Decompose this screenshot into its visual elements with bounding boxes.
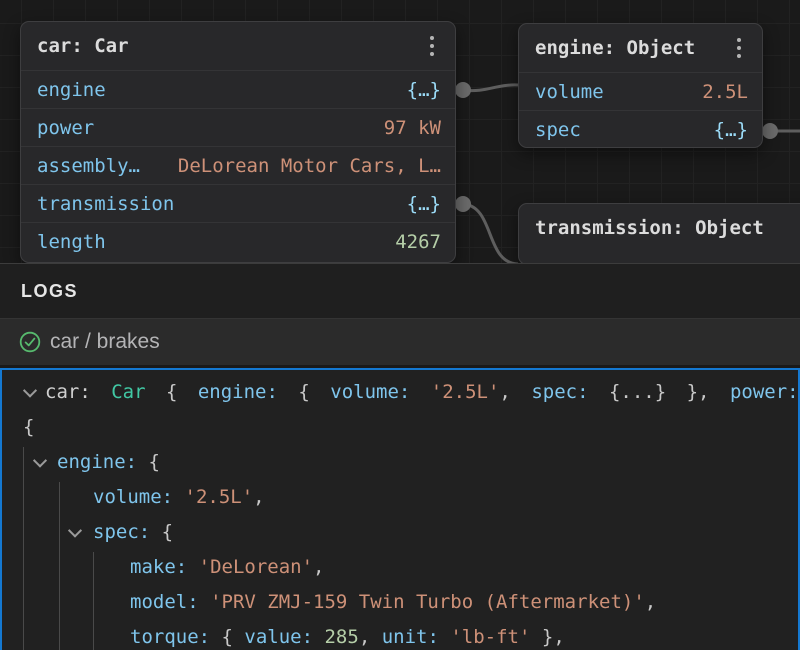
- token-str: 'PRV ZMJ-159 Twin Turbo (Aftermarket)': [210, 591, 645, 613]
- output-port-engine[interactable]: [455, 82, 471, 98]
- node-card-header[interactable]: car: Car: [21, 22, 455, 70]
- node-title: transmission: Object: [535, 217, 800, 239]
- token-punct: {: [23, 416, 34, 438]
- row-value: {…}: [407, 79, 441, 101]
- row-value: {…}: [714, 119, 748, 141]
- token-key: engine:: [198, 381, 299, 403]
- row-key: assembly…: [37, 155, 140, 177]
- token-key: engine:: [57, 451, 149, 473]
- token-key: model:: [130, 591, 210, 613]
- token-punct: ,: [359, 626, 382, 648]
- logs-title: LOGS: [21, 281, 78, 302]
- log-line[interactable]: engine: {: [2, 445, 798, 480]
- token-punct: {: [162, 521, 173, 543]
- node-title: car: Car: [37, 35, 427, 57]
- node-card-engine[interactable]: engine: Object volume 2.5L spec {…}: [518, 23, 763, 148]
- node-row-spec[interactable]: spec {…}: [519, 110, 762, 148]
- edge-car-transmission: [463, 204, 518, 263]
- row-key: transmission: [37, 193, 174, 215]
- row-key: power: [37, 117, 94, 139]
- row-value: 97 kW: [384, 117, 441, 139]
- token-punct: ,: [698, 381, 730, 403]
- edge-car-engine: [463, 85, 518, 91]
- token-punct: ,: [253, 486, 264, 508]
- log-line[interactable]: {: [2, 410, 798, 445]
- row-value: 2.5L: [702, 81, 748, 103]
- node-row-assembly[interactable]: assembly… DeLorean Motor Cars, L…: [21, 146, 455, 184]
- row-value: DeLorean Motor Cars, L…: [178, 155, 441, 177]
- node-row-length[interactable]: length 4267: [21, 222, 455, 260]
- token-punct: {...}: [609, 381, 687, 403]
- token-key: spec:: [531, 381, 609, 403]
- node-card-transmission[interactable]: transmission: Object: [518, 203, 800, 263]
- row-key: spec: [535, 119, 581, 141]
- token-key: volume:: [330, 381, 431, 403]
- token-key: torque:: [130, 626, 222, 648]
- token-punct: {: [166, 381, 198, 403]
- logs-panel: LOGS car / brakes car: Car { engine: { v…: [0, 263, 800, 650]
- chevron-down-icon[interactable]: [68, 527, 82, 541]
- node-card-header[interactable]: transmission: Object: [519, 204, 800, 252]
- success-check-icon: [19, 331, 41, 353]
- token-key: power:: [730, 381, 799, 403]
- kebab-menu-icon[interactable]: [427, 32, 437, 60]
- token-punct: {: [222, 626, 245, 648]
- token-cls: Car: [111, 381, 166, 403]
- log-line[interactable]: volume: '2.5L',: [2, 480, 798, 515]
- output-port-spec[interactable]: [762, 123, 778, 139]
- log-entry-label: car / brakes: [50, 330, 160, 354]
- chevron-down-icon[interactable]: [23, 387, 37, 401]
- token-str: '2.5L': [185, 486, 254, 508]
- token-key: volume:: [93, 486, 185, 508]
- log-line[interactable]: torque: { value: 285, unit: 'lb-ft' },: [2, 620, 798, 650]
- row-value: {…}: [407, 193, 441, 215]
- token-key: value:: [244, 626, 324, 648]
- row-key: engine: [37, 79, 106, 101]
- log-line[interactable]: make: 'DeLorean',: [2, 550, 798, 585]
- token-key: make:: [130, 556, 199, 578]
- row-key: length: [37, 231, 106, 253]
- token-punct: }: [530, 626, 553, 648]
- node-row-transmission[interactable]: transmission {…}: [21, 184, 455, 222]
- node-row-volume[interactable]: volume 2.5L: [519, 72, 762, 110]
- token-ident: car:: [45, 381, 111, 403]
- log-line[interactable]: spec: {: [2, 515, 798, 550]
- row-value: 4267: [395, 231, 441, 253]
- node-canvas[interactable]: car: Car engine {…} power 97 kW assembly… DeL…: [0, 0, 800, 263]
- log-tree: car: Car { engine: { volume: '2.5L', spe…: [2, 370, 798, 650]
- node-title: engine: Object: [535, 37, 734, 59]
- node-row-engine[interactable]: engine {…}: [21, 70, 455, 108]
- token-str: '2.5L': [431, 381, 500, 403]
- row-key: volume: [535, 81, 604, 103]
- token-str: 'DeLorean': [199, 556, 313, 578]
- node-card-car[interactable]: car: Car engine {…} power 97 kW assembly… DeL…: [20, 21, 456, 263]
- token-punct: ,: [645, 591, 656, 613]
- token-key: spec:: [93, 521, 162, 543]
- log-detail-box[interactable]: car: Car { engine: { volume: '2.5L', spe…: [0, 368, 800, 650]
- kebab-menu-icon[interactable]: [734, 34, 744, 62]
- node-row-power[interactable]: power 97 kW: [21, 108, 455, 146]
- chevron-down-icon[interactable]: [33, 457, 47, 471]
- token-punct: {: [298, 381, 330, 403]
- token-str: 'lb-ft': [450, 626, 530, 648]
- log-entry-row[interactable]: car / brakes: [0, 318, 800, 365]
- token-punct: ,: [499, 381, 531, 403]
- node-card-header[interactable]: engine: Object: [519, 24, 762, 72]
- token-punct: {: [149, 451, 160, 473]
- log-line[interactable]: model: 'PRV ZMJ-159 Twin Turbo (Aftermar…: [2, 585, 798, 620]
- token-key: unit:: [382, 626, 451, 648]
- token-punct: ,: [313, 556, 324, 578]
- logs-panel-header: LOGS: [0, 264, 800, 318]
- token-num: 285: [324, 626, 358, 648]
- token-punct: ,: [553, 626, 564, 648]
- log-line[interactable]: car: Car { engine: { volume: '2.5L', spe…: [2, 375, 798, 410]
- token-punct: }: [687, 381, 698, 403]
- output-port-transmission[interactable]: [455, 196, 471, 212]
